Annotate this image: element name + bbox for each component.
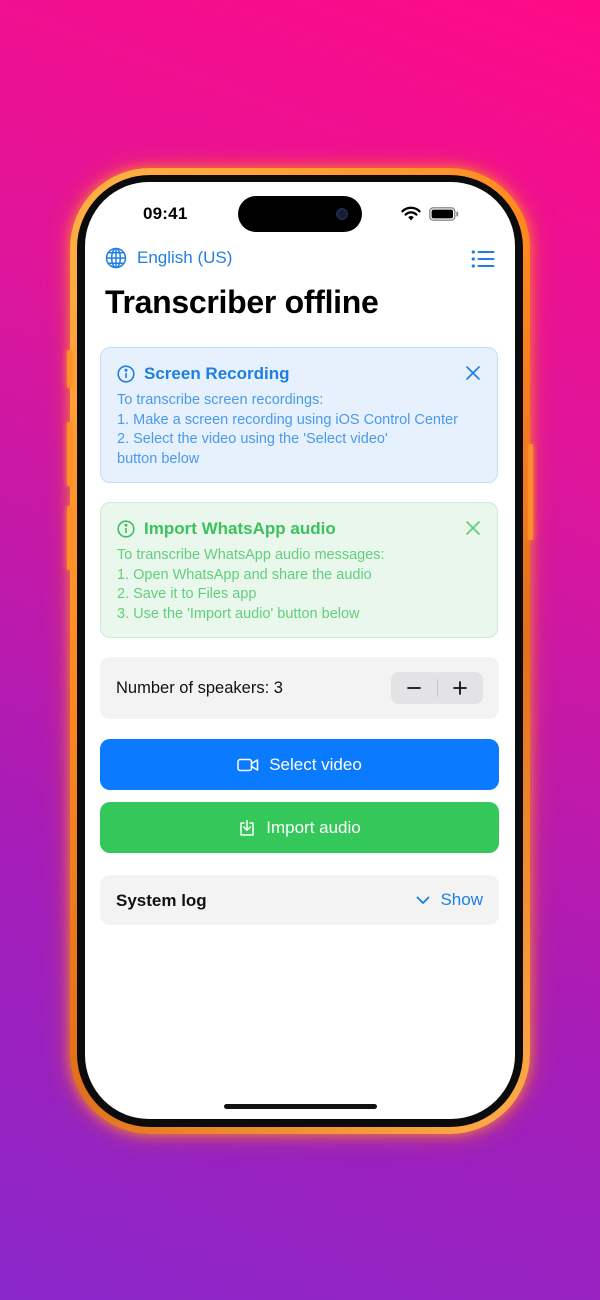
show-log-toggle[interactable]: Show: [416, 890, 483, 910]
close-button[interactable]: [465, 520, 481, 536]
menu-button[interactable]: [471, 248, 495, 270]
card-line: 1. Open WhatsApp and share the audio: [117, 566, 372, 583]
whatsapp-info-card: Import WhatsApp audio To transcribe What…: [100, 502, 498, 638]
phone-volume-up-button: [67, 422, 72, 486]
status-icons: [401, 206, 459, 221]
video-camera-icon: [237, 758, 259, 771]
wifi-icon: [401, 206, 421, 221]
card-header: Screen Recording: [117, 364, 290, 384]
camera-icon: [336, 208, 348, 220]
import-audio-label: Import audio: [266, 817, 361, 837]
increment-button[interactable]: [438, 672, 484, 704]
info-icon: [117, 365, 135, 383]
phone-power-button: [528, 444, 533, 540]
phone-volume-down-button: [67, 506, 72, 570]
chevron-down-icon: [417, 896, 430, 904]
card-line: 3. Use the 'Import audio' button below: [117, 605, 360, 622]
screen-recording-info-card: Screen Recording To transcribe screen re…: [100, 347, 498, 483]
globe-icon: [105, 247, 127, 269]
system-log-row: System log Show: [100, 875, 499, 925]
import-icon: [240, 819, 254, 836]
info-icon: [117, 520, 135, 538]
phone-action-button: [67, 350, 72, 388]
speakers-label: Number of speakers: 3: [116, 679, 283, 697]
select-video-button[interactable]: Select video: [100, 739, 499, 790]
list-icon: [471, 250, 495, 268]
card-line: button below: [117, 450, 200, 467]
system-log-label: System log: [116, 891, 207, 910]
card-line: 2. Select the video using the 'Select vi…: [117, 431, 388, 448]
card-header: Import WhatsApp audio: [117, 519, 336, 539]
card-title: Import WhatsApp audio: [144, 519, 336, 538]
card-body: To transcribe WhatsApp audio messages: 1…: [117, 546, 385, 624]
page-title: Transcriber offline: [105, 284, 379, 320]
card-line: To transcribe WhatsApp audio messages:: [117, 547, 385, 563]
plus-icon: [453, 681, 468, 695]
language-label: English (US): [137, 248, 233, 267]
minus-icon: [406, 687, 421, 689]
import-audio-button[interactable]: Import audio: [100, 802, 499, 853]
close-icon: [466, 366, 480, 380]
speakers-row: Number of speakers: 3: [100, 657, 499, 719]
status-time: 09:41: [143, 204, 188, 223]
speakers-stepper: [391, 672, 483, 704]
home-indicator[interactable]: [224, 1104, 377, 1109]
select-video-label: Select video: [269, 754, 362, 774]
decrement-button[interactable]: [391, 672, 437, 704]
card-line: To transcribe screen recordings:: [117, 392, 324, 408]
card-line: 1. Make a screen recording using iOS Con…: [117, 411, 458, 428]
show-log-label: Show: [440, 890, 483, 909]
dynamic-island: [238, 196, 362, 232]
card-title: Screen Recording: [144, 364, 290, 383]
card-line: 2. Save it to Files app: [117, 586, 257, 603]
language-selector[interactable]: English (US): [105, 247, 232, 269]
app-screen: 09:41 English (US) Transcriber offline S…: [85, 182, 515, 1119]
close-icon: [466, 521, 480, 535]
card-body: To transcribe screen recordings: 1. Make…: [117, 391, 458, 469]
battery-icon: [429, 206, 459, 221]
close-button[interactable]: [465, 365, 481, 381]
